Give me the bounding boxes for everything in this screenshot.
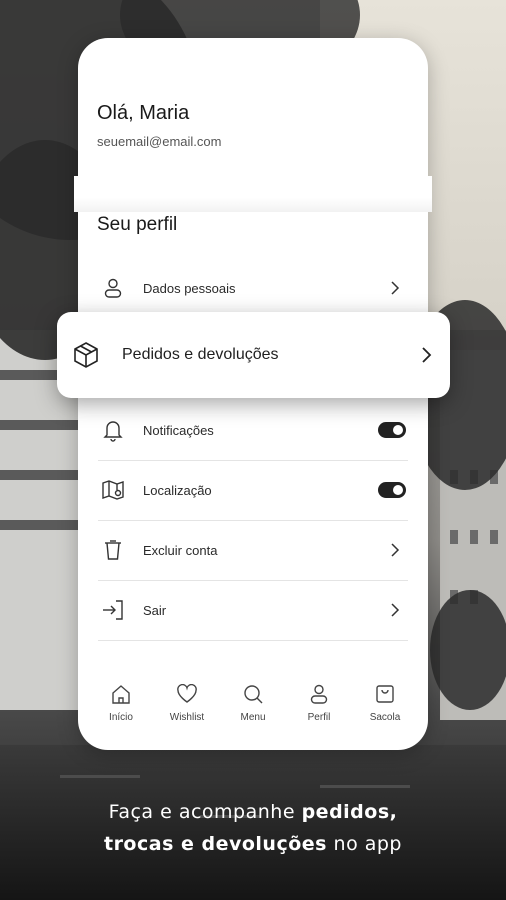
nav-label: Menu (240, 712, 266, 723)
chevron-right-icon (388, 543, 402, 557)
logout-icon (100, 597, 126, 623)
caption-highlight: trocas e devoluções (103, 833, 327, 855)
caption-highlight: pedidos, (301, 801, 398, 823)
box-icon (71, 340, 101, 370)
menu-item-sair[interactable]: Sair (98, 580, 408, 641)
caption-text: Faça e acompanhe (108, 801, 302, 823)
nav-wishlist[interactable]: Wishlist (159, 682, 215, 732)
menu-item-label: Sair (143, 602, 167, 618)
user-icon (307, 682, 331, 706)
trash-icon (100, 537, 126, 563)
chevron-right-icon (418, 347, 434, 363)
nav-label: Sacola (369, 712, 401, 723)
user-icon (100, 275, 126, 301)
map-icon (100, 477, 126, 503)
menu-item-label: Localização (143, 482, 212, 498)
nav-sacola[interactable]: Sacola (357, 682, 413, 732)
location-toggle[interactable] (378, 482, 406, 498)
menu-item-localizacao[interactable]: Localização (98, 460, 408, 521)
nav-label: Perfil (307, 712, 331, 723)
menu-item-pedidos-devolucoes[interactable]: Pedidos e devoluções (57, 312, 450, 398)
chevron-right-icon (388, 603, 402, 617)
notifications-toggle[interactable] (378, 422, 406, 438)
greeting: Olá, Maria (97, 102, 190, 124)
section-divider (74, 176, 432, 212)
menu-item-label: Notificações (143, 422, 214, 438)
caption-text: no app (326, 833, 402, 855)
nav-menu[interactable]: Menu (225, 682, 281, 732)
nav-perfil[interactable]: Perfil (291, 682, 347, 732)
bag-icon (373, 682, 397, 706)
caption-line-2: trocas e devoluções no app (0, 828, 506, 860)
nav-label: Início (109, 712, 133, 723)
nav-inicio[interactable]: Início (93, 682, 149, 732)
section-title: Seu perfil (97, 214, 178, 235)
menu-item-label: Excluir conta (143, 542, 218, 558)
search-icon (241, 682, 265, 706)
chevron-right-icon (388, 281, 402, 295)
menu-item-dados-pessoais[interactable]: Dados pessoais (98, 258, 408, 318)
tree-foliage (430, 590, 506, 710)
menu-item-label: Dados pessoais (143, 280, 236, 296)
home-icon (109, 682, 133, 706)
menu-item-label: Pedidos e devoluções (122, 346, 279, 363)
bell-icon (100, 417, 126, 443)
bottom-nav: Início Wishlist Menu Perfil Sacola (78, 682, 428, 732)
caption-line-1: Faça e acompanhe pedidos, (0, 796, 506, 828)
promo-caption: Faça e acompanhe pedidos, trocas e devol… (0, 796, 506, 860)
menu-item-excluir-conta[interactable]: Excluir conta (98, 520, 408, 581)
heart-icon (175, 682, 199, 706)
menu-item-notificacoes[interactable]: Notificações (98, 400, 408, 461)
user-email: seuemail@email.com (97, 134, 222, 149)
nav-label: Wishlist (169, 712, 205, 723)
